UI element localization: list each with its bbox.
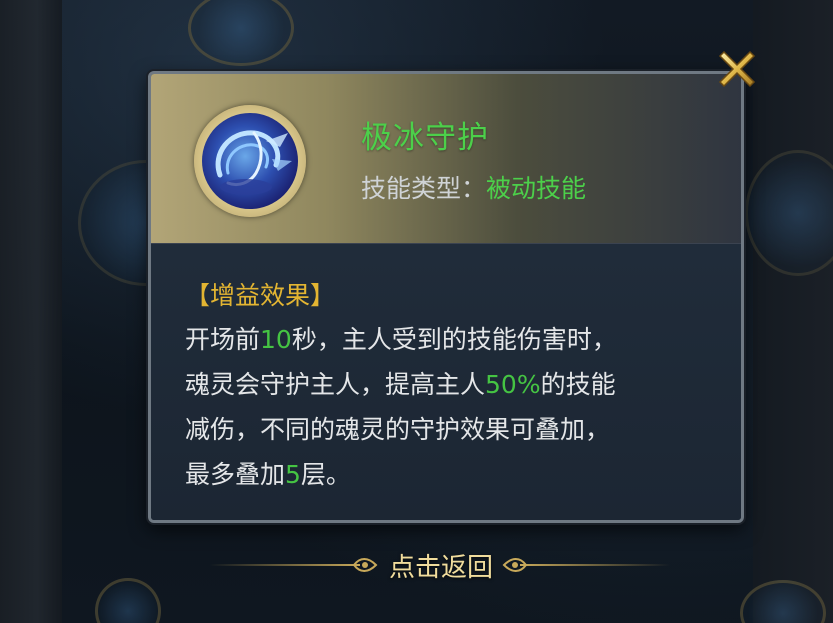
skill-type-label: 技能类型： (361, 174, 487, 203)
description-text: 的技能 (540, 370, 616, 399)
description-line: 最多叠加5层。 (185, 452, 715, 497)
back-divider-right (520, 564, 670, 566)
back-button-label: 点击返回 (388, 553, 493, 583)
effect-description: 开场前10秒，主人受到的技能伤害时， 魂灵会守护主人，提高主人50%的技能 减伤… (185, 317, 715, 497)
description-text: 秒，主人受到的技能伤害时， (291, 325, 617, 354)
back-divider-left (210, 564, 360, 566)
game-screen: 极冰守护 技能类型：被动技能 【增益效果】 开场前10秒，主人受到的技能伤害时，… (0, 0, 833, 623)
description-text: 最多叠加 (185, 460, 286, 489)
close-icon (718, 50, 756, 88)
skill-name: 极冰守护 (361, 120, 489, 156)
skill-header: 极冰守护 技能类型：被动技能 (151, 74, 741, 244)
ice-guardian-icon (194, 105, 306, 217)
skill-type-row: 技能类型：被动技能 (361, 169, 586, 205)
description-line: 魂灵会守护主人，提高主人50%的技能 (185, 362, 715, 407)
highlight-value: 50% (485, 370, 541, 399)
description-text: 魂灵会守护主人，提高主人 (185, 370, 486, 399)
skill-description-section: 【增益效果】 开场前10秒，主人受到的技能伤害时， 魂灵会守护主人，提高主人50… (151, 244, 741, 520)
back-button[interactable]: 点击返回 (210, 541, 670, 587)
description-text: 层。 (300, 460, 351, 489)
highlight-value: 5 (285, 460, 301, 489)
background-right-frame (753, 0, 833, 623)
description-line: 减伤，不同的魂灵的守护效果可叠加， (185, 407, 715, 452)
effect-section-title: 【增益效果】 (185, 281, 336, 310)
highlight-value: 10 (260, 325, 292, 354)
description-text: 开场前 (185, 325, 261, 354)
ornament-icon (352, 558, 378, 572)
background-orb-icon (188, 0, 294, 66)
background-left-frame (0, 0, 62, 623)
description-text: 减伤，不同的魂灵的守护效果可叠加， (185, 415, 611, 444)
background-orb-icon (95, 578, 161, 623)
description-line: 开场前10秒，主人受到的技能伤害时， (185, 317, 715, 362)
close-button[interactable] (712, 44, 762, 94)
skill-type-value: 被动技能 (486, 174, 587, 203)
skill-detail-panel: 极冰守护 技能类型：被动技能 【增益效果】 开场前10秒，主人受到的技能伤害时，… (148, 71, 744, 523)
